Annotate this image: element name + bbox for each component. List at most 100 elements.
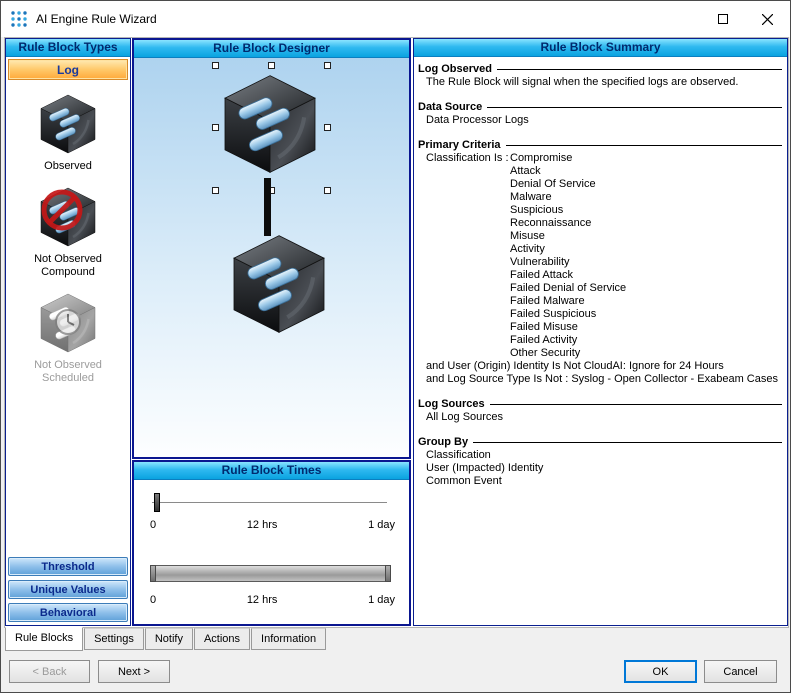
next-button[interactable]: Next > bbox=[98, 660, 170, 683]
classification-value: Compromise bbox=[510, 152, 626, 165]
tab-rule-blocks[interactable]: Rule Blocks bbox=[5, 627, 83, 651]
classification-label: Classification Is : bbox=[426, 152, 510, 360]
prohibition-icon bbox=[38, 186, 98, 248]
log-category-button[interactable]: Log bbox=[8, 59, 128, 80]
cancel-button[interactable]: Cancel bbox=[704, 660, 777, 683]
range-left-cap[interactable] bbox=[150, 565, 156, 582]
selection-handle[interactable] bbox=[212, 187, 219, 194]
rule-block-times-header: Rule Block Times bbox=[134, 462, 409, 480]
scheduled-label: Not Observed Scheduled bbox=[22, 359, 114, 385]
unique-values-category-button[interactable]: Unique Values bbox=[8, 580, 128, 599]
rule-block-designer-header: Rule Block Designer bbox=[134, 40, 409, 58]
selection-handle[interactable] bbox=[324, 62, 331, 69]
time-range-bar[interactable] bbox=[150, 565, 391, 582]
rule-block-cube[interactable] bbox=[229, 232, 329, 336]
ok-button[interactable]: OK bbox=[624, 660, 697, 683]
classification-value: Malware bbox=[510, 191, 626, 204]
rule-block-types-panel: Rule Block Types Log Observed Not Observ… bbox=[5, 38, 131, 626]
times-content: 0 12 hrs 1 day 0 12 hrs 1 day bbox=[134, 480, 409, 624]
rule-block-cube-selected[interactable] bbox=[220, 72, 320, 176]
maximize-button[interactable] bbox=[700, 1, 745, 37]
tab-strip: Rule Blocks Settings Notify Actions Info… bbox=[5, 628, 327, 651]
log-sources-value: All Log Sources bbox=[418, 411, 782, 424]
classification-value: Other Security bbox=[510, 347, 626, 360]
block-connector[interactable] bbox=[264, 178, 271, 236]
selection-handle[interactable] bbox=[324, 187, 331, 194]
group-by-value: User (Impacted) Identity bbox=[426, 462, 782, 475]
time-slider-thumb[interactable] bbox=[154, 493, 160, 512]
criteria-line: and User (Origin) Identity Is Not CloudA… bbox=[426, 360, 782, 373]
selection-handle[interactable] bbox=[268, 62, 275, 69]
classification-value: Failed Malware bbox=[510, 295, 626, 308]
range-right-cap[interactable] bbox=[385, 565, 391, 582]
rule-type-categories: Threshold Unique Values Behavioral bbox=[6, 555, 130, 625]
close-icon bbox=[762, 14, 773, 25]
window-controls bbox=[700, 1, 790, 37]
rule-type-not-observed-compound[interactable]: Not Observed Compound bbox=[6, 186, 130, 279]
rule-type-observed[interactable]: Observed bbox=[6, 93, 130, 173]
clock-icon bbox=[38, 292, 98, 354]
designer-canvas[interactable] bbox=[134, 58, 409, 457]
classification-value: Attack bbox=[510, 165, 626, 178]
tab-settings[interactable]: Settings bbox=[84, 628, 144, 650]
back-button: < Back bbox=[9, 660, 90, 683]
classification-criteria: Classification Is : CompromiseAttackDeni… bbox=[418, 152, 782, 360]
group-by-value: Classification bbox=[426, 449, 782, 462]
rule-block-summary-panel: Rule Block Summary Log Observed The Rule… bbox=[413, 38, 788, 626]
not-observed-label: Not Observed Compound bbox=[22, 253, 114, 279]
tick-label: 1 day bbox=[368, 594, 395, 606]
maximize-icon bbox=[718, 14, 728, 24]
observed-label: Observed bbox=[44, 160, 92, 173]
classification-value: Reconnaissance bbox=[510, 217, 626, 230]
tab-actions[interactable]: Actions bbox=[194, 628, 250, 650]
data-source-heading: Data Source bbox=[418, 101, 782, 114]
threshold-category-button[interactable]: Threshold bbox=[8, 557, 128, 576]
rule-type-not-observed-scheduled: Not Observed Scheduled bbox=[6, 292, 130, 385]
log-observed-text: The Rule Block will signal when the spec… bbox=[418, 76, 782, 89]
data-source-value: Data Processor Logs bbox=[418, 114, 782, 127]
classification-value: Denial Of Service bbox=[510, 178, 626, 191]
selection-handle[interactable] bbox=[212, 124, 219, 131]
selection-handle[interactable] bbox=[324, 124, 331, 131]
classification-value: Failed Suspicious bbox=[510, 308, 626, 321]
classification-value: Misuse bbox=[510, 230, 626, 243]
app-icon bbox=[10, 10, 28, 28]
behavioral-category-button[interactable]: Behavioral bbox=[8, 603, 128, 622]
tab-notify[interactable]: Notify bbox=[145, 628, 193, 650]
rule-block-types-header: Rule Block Types bbox=[6, 39, 130, 57]
not-observed-cube-icon bbox=[38, 186, 98, 248]
classification-value: Suspicious bbox=[510, 204, 626, 217]
classification-value: Failed Activity bbox=[510, 334, 626, 347]
range-slider-labels: 0 12 hrs 1 day bbox=[150, 594, 395, 606]
primary-criteria-heading: Primary Criteria bbox=[418, 139, 782, 152]
time-slider-track[interactable] bbox=[152, 502, 387, 504]
group-by-heading: Group By bbox=[418, 436, 782, 449]
classification-value: Failed Denial of Service bbox=[510, 282, 626, 295]
group-by-values: ClassificationUser (Impacted) IdentityCo… bbox=[418, 449, 782, 488]
classification-value: Failed Attack bbox=[510, 269, 626, 282]
classification-value: Activity bbox=[510, 243, 626, 256]
log-observed-heading: Log Observed bbox=[418, 63, 782, 76]
log-sources-heading: Log Sources bbox=[418, 398, 782, 411]
tick-label: 1 day bbox=[368, 519, 395, 531]
close-button[interactable] bbox=[745, 1, 790, 37]
tick-label: 12 hrs bbox=[247, 594, 278, 606]
summary-content: Log Observed The Rule Block will signal … bbox=[414, 57, 787, 492]
rule-block-summary-header: Rule Block Summary bbox=[414, 39, 787, 57]
title-bar[interactable]: AI Engine Rule Wizard bbox=[1, 1, 790, 37]
classification-values: CompromiseAttackDenial Of ServiceMalware… bbox=[510, 152, 626, 360]
ai-engine-rule-wizard-window: AI Engine Rule Wizard Rule Block Types L… bbox=[0, 0, 791, 693]
time-slider-labels: 0 12 hrs 1 day bbox=[150, 519, 395, 531]
group-by-value: Common Event bbox=[426, 475, 782, 488]
classification-value: Failed Misuse bbox=[510, 321, 626, 334]
rule-block-designer-panel: Rule Block Designer bbox=[132, 38, 411, 459]
observed-cube-icon bbox=[38, 93, 98, 155]
tick-label: 12 hrs bbox=[247, 519, 278, 531]
criteria-line: and Log Source Type Is Not : Syslog - Op… bbox=[426, 373, 782, 386]
tick-label: 0 bbox=[150, 519, 156, 531]
rule-block-times-panel: Rule Block Times 0 12 hrs 1 day 0 12 hrs 1 d… bbox=[132, 460, 411, 626]
tab-information[interactable]: Information bbox=[251, 628, 326, 650]
selection-handle[interactable] bbox=[212, 62, 219, 69]
tick-label: 0 bbox=[150, 594, 156, 606]
classification-value: Vulnerability bbox=[510, 256, 626, 269]
